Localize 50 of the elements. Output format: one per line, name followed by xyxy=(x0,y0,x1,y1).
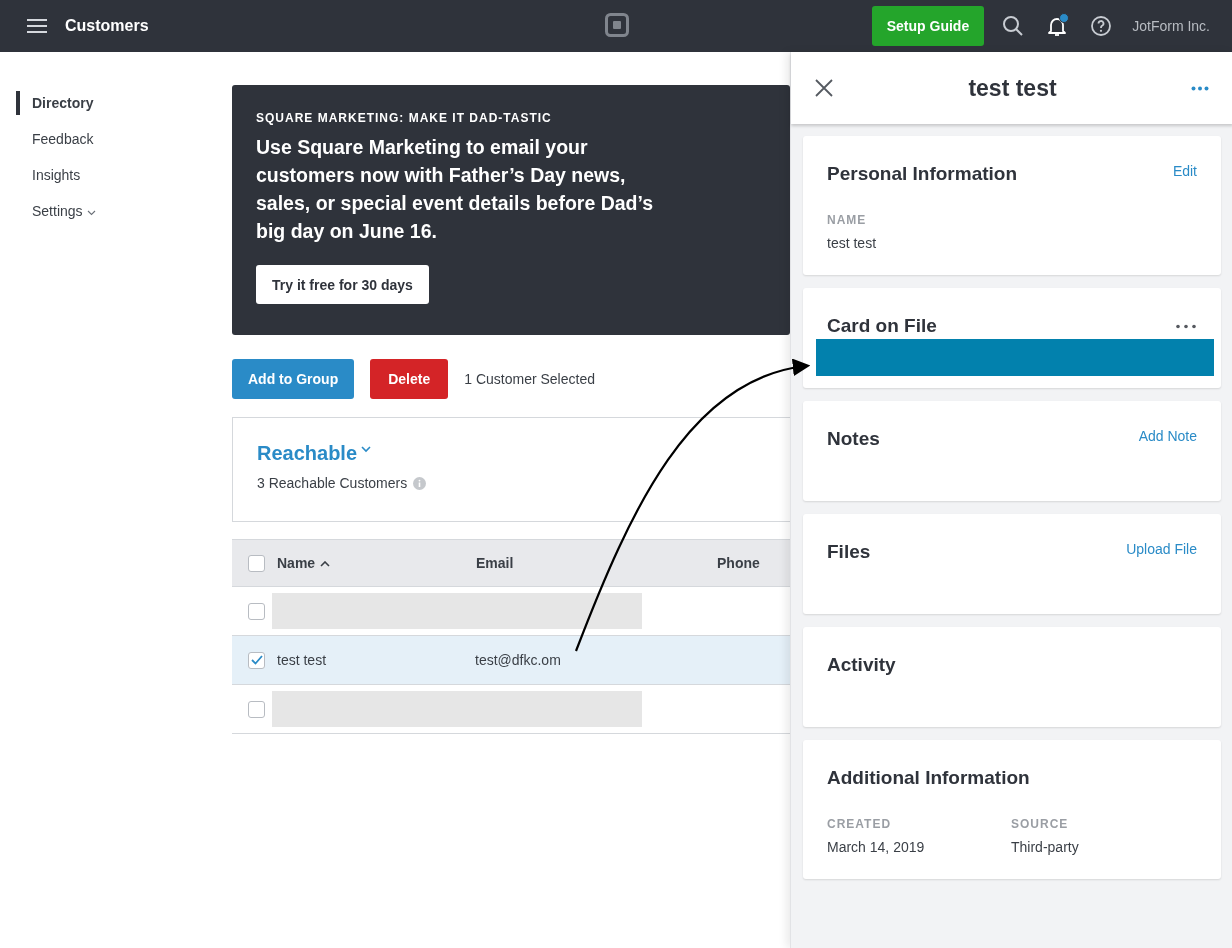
segment-dropdown[interactable]: Reachable xyxy=(257,442,372,465)
section-action-link[interactable]: Add Note xyxy=(1138,428,1197,444)
chevron-down-icon xyxy=(361,446,372,453)
page-title: Customers xyxy=(65,17,149,35)
section-action-link[interactable]: Upload File xyxy=(1126,541,1197,557)
delete-button[interactable]: Delete xyxy=(370,359,449,399)
section-title: Notes xyxy=(827,428,880,450)
try-free-button[interactable]: Try it free for 30 days xyxy=(256,265,429,304)
table-cell: test@dfkc.om xyxy=(475,652,561,668)
menu-icon[interactable] xyxy=(26,18,48,34)
logo-icon[interactable] xyxy=(605,13,629,37)
sidebar-item[interactable]: Insights xyxy=(16,157,232,193)
column-header[interactable]: Email xyxy=(476,555,717,571)
row-checkbox[interactable] xyxy=(248,700,265,718)
panel-title: test test xyxy=(968,74,1057,102)
sidebar-item[interactable]: Feedback xyxy=(16,121,232,157)
column-header[interactable]: Phone xyxy=(717,555,760,571)
section-title: Card on File xyxy=(827,315,937,337)
field-value: Third-party xyxy=(1011,839,1080,855)
section-action-link[interactable]: Edit xyxy=(1172,163,1197,179)
section-title: Files xyxy=(827,541,871,563)
more-icon[interactable] xyxy=(1191,85,1209,91)
banner-text: Use Square Marketing to email your customers now with Father’s Day news, sales, or special event details before Dad’s big day on June 16. xyxy=(256,135,655,244)
table-row[interactable]: test test test@dfkc.om xyxy=(232,636,790,685)
search-icon[interactable] xyxy=(1002,15,1025,37)
field-label: CREATED xyxy=(827,817,893,831)
field-label: NAME xyxy=(827,213,868,227)
sidebar-item[interactable]: Settings xyxy=(16,193,232,229)
field-label: SOURCE xyxy=(1011,817,1070,831)
sort-ascending-icon xyxy=(320,561,331,567)
add-to-group-button[interactable]: Add to Group xyxy=(232,359,355,399)
column-header[interactable]: Name xyxy=(277,555,476,571)
selection-count: 1 Customer Selected xyxy=(464,371,595,387)
close-icon[interactable] xyxy=(814,78,834,98)
notification-bell-icon[interactable] xyxy=(1046,15,1069,37)
field-value: March 14, 2019 xyxy=(827,839,926,855)
help-icon[interactable] xyxy=(1090,15,1113,37)
row-checkbox[interactable] xyxy=(248,602,265,620)
section-title: Additional Information xyxy=(827,767,1030,789)
more-icon[interactable] xyxy=(1175,323,1197,329)
segment-count: 3 Reachable Customers xyxy=(257,475,408,491)
account-name[interactable]: JotForm Inc. xyxy=(1132,18,1210,34)
row-checkbox[interactable] xyxy=(248,651,265,669)
banner-eyebrow: SQUARE MARKETING: MAKE IT DAD-TASTIC xyxy=(256,111,553,125)
section-title: Personal Information xyxy=(827,163,1018,185)
table-cell-text: test test xyxy=(277,652,328,668)
section-title: Activity xyxy=(827,654,896,676)
chevron-down-icon xyxy=(86,209,96,216)
select-all-checkbox[interactable] xyxy=(248,554,265,572)
field-value: test test xyxy=(827,235,878,251)
